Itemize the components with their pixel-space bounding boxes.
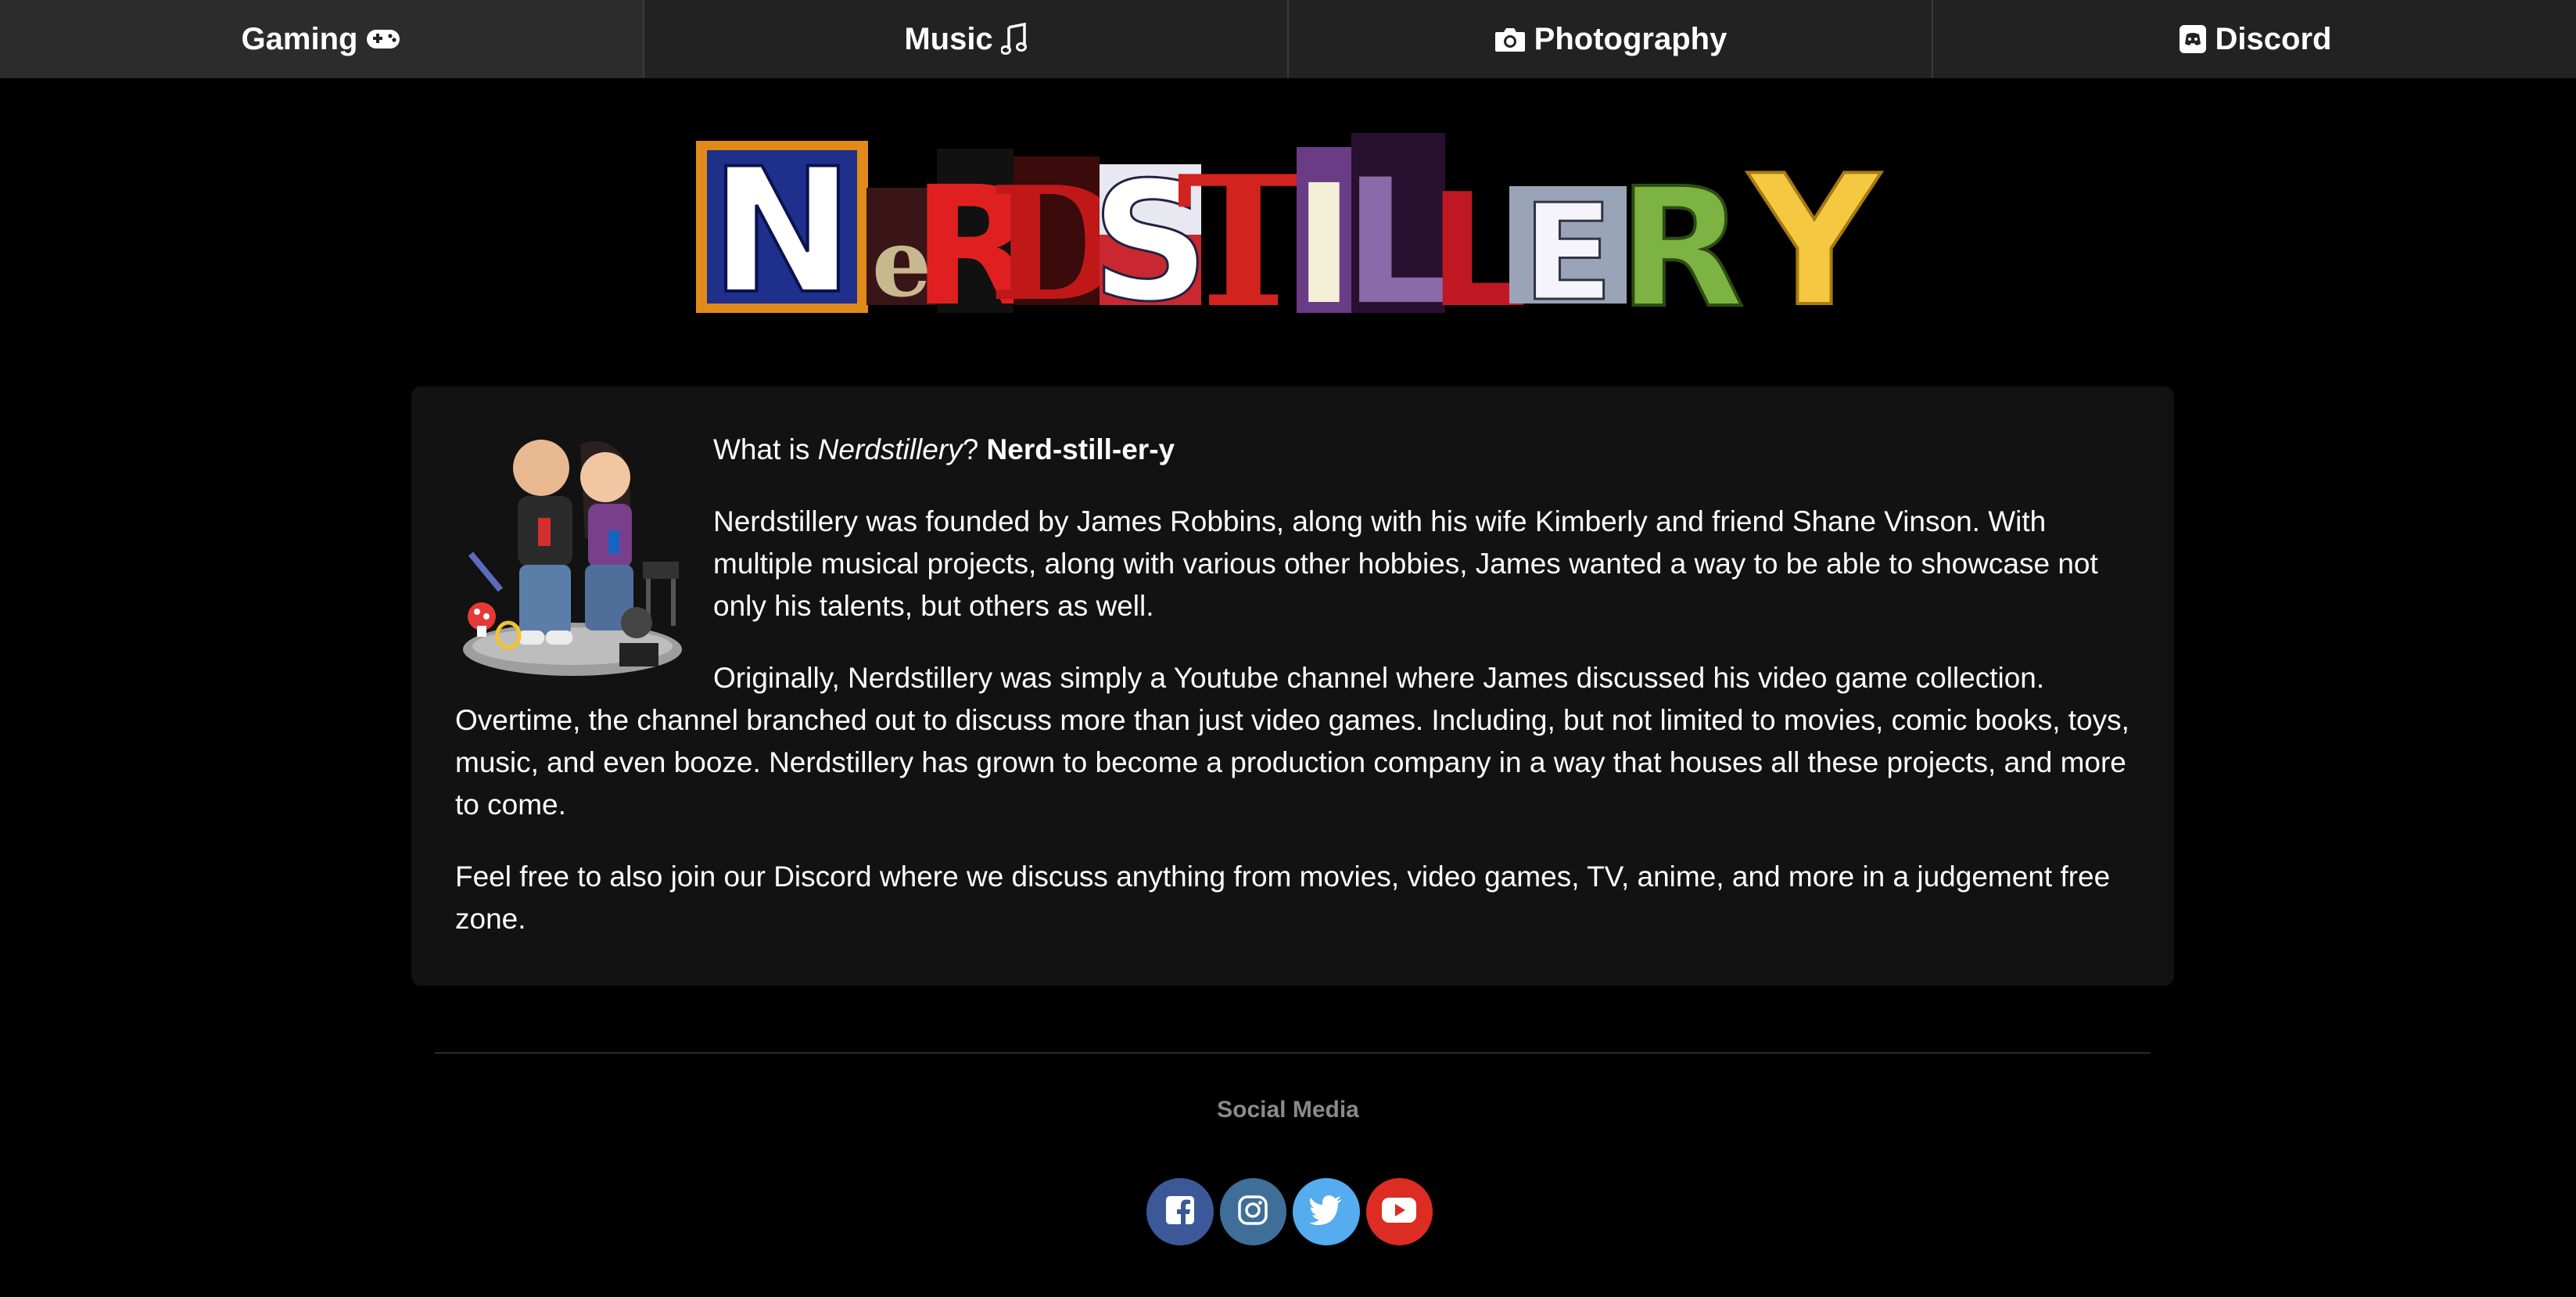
top-nav: Gaming Music Photography Discord xyxy=(0,0,2576,78)
about-card: What is Nerdstillery? Nerd-still-er-y Ne… xyxy=(411,386,2174,986)
svg-text:N: N xyxy=(710,131,854,329)
svg-text:R: R xyxy=(1618,153,1745,329)
nav-discord[interactable]: Discord xyxy=(1933,0,2576,78)
founders-caricature-image xyxy=(455,437,690,684)
svg-text:T: T xyxy=(1176,137,1310,329)
about-intro-prefix: What is xyxy=(713,433,818,465)
youtube-icon xyxy=(1381,1197,1417,1227)
nav-discord-label: Discord xyxy=(2215,21,2332,56)
nav-music[interactable]: Music xyxy=(644,0,1289,78)
nav-gaming-label: Gaming xyxy=(241,21,358,56)
instagram-button[interactable] xyxy=(1219,1178,1286,1245)
logo-graphic: N e R D S T I L L E R Y xyxy=(696,130,1883,329)
social-links xyxy=(1146,1178,1433,1245)
music-note-icon xyxy=(1000,23,1028,56)
facebook-icon xyxy=(1165,1195,1195,1229)
nerdstillery-logo[interactable]: N e R D S T I L L E R Y xyxy=(688,117,1924,329)
nav-gaming[interactable]: Gaming xyxy=(0,0,644,78)
nav-photography[interactable]: Photography xyxy=(1289,0,1933,78)
about-intro-suffix: ? xyxy=(962,433,987,465)
twitter-button[interactable] xyxy=(1293,1178,1360,1245)
social-media-heading: Social Media xyxy=(1217,1097,1359,1123)
about-intro-name: Nerdstillery xyxy=(817,433,963,465)
youtube-button[interactable] xyxy=(1365,1178,1433,1245)
about-paragraph-3: Feel free to also join our Discord where… xyxy=(455,860,2111,935)
about-intro: What is Nerdstillery? Nerd-still-er-y xyxy=(455,429,2130,471)
instagram-icon xyxy=(1237,1195,1268,1230)
gamepad-icon xyxy=(365,27,401,52)
nav-photography-label: Photography xyxy=(1534,21,1727,56)
about-pronunciation: Nerd-still-er-y xyxy=(986,433,1175,465)
about-paragraph-2: Originally, Nerdstillery was simply a Yo… xyxy=(455,662,2129,821)
discord-icon xyxy=(2178,23,2208,55)
svg-text:Y: Y xyxy=(1747,138,1882,329)
camera-icon xyxy=(1494,25,1527,53)
nav-music-label: Music xyxy=(904,21,993,56)
facebook-button[interactable] xyxy=(1146,1178,1214,1245)
twitter-icon xyxy=(1308,1195,1344,1229)
svg-text:E: E xyxy=(1523,176,1613,329)
about-paragraph-1: Nerdstillery was founded by James Robbin… xyxy=(713,505,2098,622)
footer-divider xyxy=(435,1052,2151,1054)
